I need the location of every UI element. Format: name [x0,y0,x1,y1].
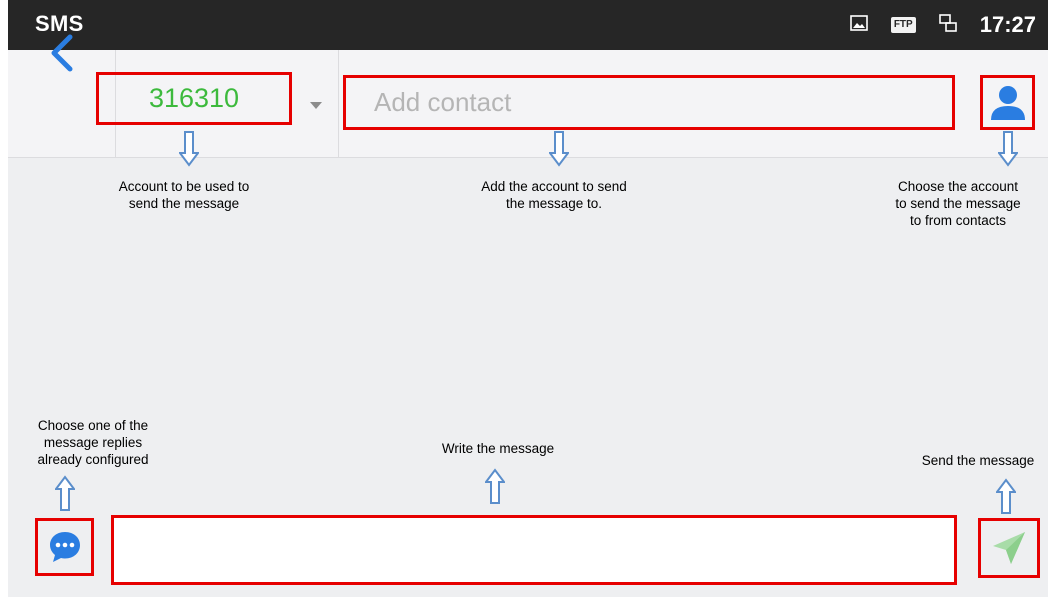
ftp-icon: FTP [890,17,916,33]
send-button[interactable] [978,518,1040,578]
add-contact-input[interactable]: Add contact [343,75,955,130]
annotation-arrow-down [549,131,569,167]
chevron-left-icon [51,34,73,72]
annotation-arrow-up [485,468,505,504]
network-icon [938,13,958,38]
annotation-arrow-up [996,478,1016,514]
clock: 17:27 [979,12,1036,37]
annotation-account: Account to be used to send the message [118,179,250,211]
caret-down-icon [310,102,322,109]
back-button[interactable] [48,33,76,73]
account-dropdown-button[interactable] [310,97,322,109]
send-icon [993,532,1025,564]
annotation-choose-contact: Choose the account to send the message t… [895,179,1021,228]
person-icon [990,85,1025,120]
choose-contact-button[interactable] [980,75,1035,130]
annotation-arrow-up [55,475,75,511]
sms-screen: SMS FTP 17:27 316310 Add contact Account… [8,0,1048,597]
annotation-add-contact: Add the account to send the message to. [481,179,627,211]
divider [338,50,339,157]
annotation-arrow-down [179,131,199,167]
message-input[interactable] [111,515,957,585]
status-bar: SMS FTP 17:27 [8,0,1048,50]
chat-bubble-icon [49,532,80,562]
add-contact-placeholder: Add contact [374,87,512,117]
annotation-arrow-down [998,131,1018,167]
quick-reply-button[interactable] [35,518,94,576]
account-selector[interactable]: 316310 [96,72,292,125]
annotation-replies: Choose one of the message replies alread… [37,418,149,467]
screenshot-icon [849,13,869,38]
annotation-send: Send the message [921,453,1035,468]
annotation-write: Write the message [441,441,555,456]
status-icons: FTP 17:27 [849,0,1036,50]
account-value: 316310 [148,83,240,113]
